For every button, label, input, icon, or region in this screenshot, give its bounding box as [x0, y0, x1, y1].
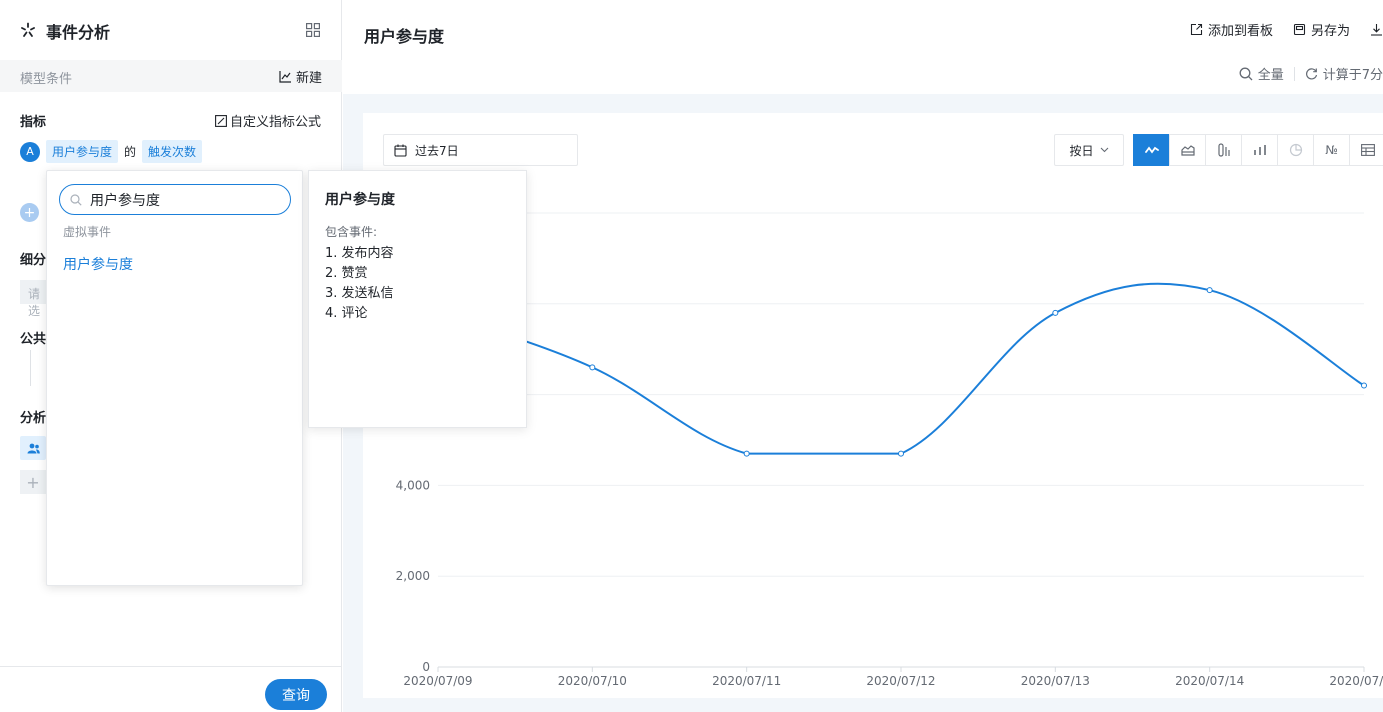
x-tick-label: 2020/07/12: [866, 674, 935, 688]
series-line: [437, 282, 1365, 455]
dropdown-item[interactable]: 用户参与度: [63, 254, 133, 274]
search-icon: [1239, 67, 1253, 80]
app-title: 事件分析: [46, 23, 111, 42]
detail-subtitle: 包含事件:: [325, 225, 378, 239]
header-actions: 添加到看板 另存为: [1190, 20, 1383, 39]
custom-formula-button[interactable]: 自定义指标公式: [215, 111, 321, 130]
add-to-board-button[interactable]: 添加到看板: [1190, 20, 1273, 39]
y-tick-label: 2,000: [396, 569, 430, 583]
metric-measure-tag[interactable]: 触发次数: [142, 140, 203, 163]
add-analysis-button[interactable]: +: [20, 470, 46, 494]
page-title: 用户参与度: [364, 27, 445, 46]
spark-logo-icon: [21, 22, 35, 37]
formula-icon: [215, 114, 227, 127]
data-point: [898, 450, 904, 457]
event-dropdown: 虚拟事件 用户参与度: [46, 170, 303, 586]
header-sub-actions: 全量 计算于7分: [1239, 64, 1383, 83]
refresh-button[interactable]: 计算于7分: [1305, 64, 1383, 83]
sidebar-footer: 查询: [0, 666, 342, 712]
save-as-button[interactable]: 另存为: [1293, 20, 1350, 39]
model-conditions-bar: 模型条件 新建: [0, 60, 342, 92]
segment-label: 细分: [20, 253, 47, 268]
data-point: [1206, 287, 1213, 294]
metric-event-tag[interactable]: 用户参与度: [46, 140, 119, 163]
download-icon: [1371, 24, 1382, 36]
event-search-input[interactable]: [90, 191, 270, 208]
filter-divider: [30, 350, 31, 386]
detail-event-list: 1. 发布内容 2. 赞赏 3. 发送私信 4. 评论: [325, 244, 510, 324]
add-to-board-label: 添加到看板: [1207, 24, 1273, 39]
computed-time-label: 计算于7分: [1322, 68, 1383, 83]
detail-event-item: 1. 发布内容: [325, 246, 394, 261]
detail-event-item: 2. 赞赏: [325, 266, 368, 281]
y-tick-label: 0: [422, 660, 430, 674]
x-tick-label: 2020/07/11: [712, 674, 781, 688]
metric-connector: 的: [124, 145, 137, 159]
new-button-label: 新建: [295, 71, 322, 86]
refresh-icon: [1305, 68, 1317, 80]
virtual-event-group-label: 虚拟事件: [63, 225, 112, 239]
add-metric-button[interactable]: +: [20, 203, 39, 222]
sample-label: 全量: [1257, 68, 1284, 83]
x-tick-label: 2020/07/10: [558, 674, 627, 688]
save-as-label: 另存为: [1310, 24, 1350, 39]
event-detail-card: 用户参与度 包含事件: 1. 发布内容 2. 赞赏 3. 发送私信 4. 评论: [308, 170, 527, 428]
detail-title: 用户参与度: [325, 192, 395, 208]
sidebar-header: 事件分析: [0, 0, 342, 60]
data-point: [589, 364, 596, 371]
query-button[interactable]: 查询: [265, 679, 327, 710]
download-button[interactable]: [1370, 20, 1383, 39]
data-point: [1052, 309, 1059, 316]
x-tick-label: 2020/07/07: [1329, 674, 1383, 688]
copy-icon: [1293, 23, 1306, 36]
x-tick-label: 2020/07/13: [1021, 674, 1090, 688]
grid-icon[interactable]: [306, 23, 320, 37]
x-tick-label: 2020/07/09: [403, 674, 472, 688]
detail-event-item: 3. 发送私信: [325, 286, 394, 301]
main-header: 用户参与度 添加到看板 另存为 全量 计算于7分: [343, 0, 1383, 94]
action-divider: [1293, 66, 1295, 81]
model-conditions-label: 模型条件: [20, 72, 73, 87]
x-tick-label: 2020/07/14: [1175, 674, 1244, 688]
chart-add-icon: [279, 71, 291, 83]
analysis-label: 分析: [20, 411, 47, 426]
new-button[interactable]: 新建: [279, 67, 322, 86]
data-point: [1361, 382, 1367, 389]
user-group-tag[interactable]: [20, 436, 46, 460]
users-icon: [27, 443, 40, 453]
metric-row: A 用户参与度 的 触发次数: [20, 140, 203, 163]
metrics-label: 指标: [20, 115, 47, 130]
detail-event-item: 4. 评论: [325, 306, 368, 321]
sample-toggle[interactable]: 全量: [1239, 64, 1284, 83]
metric-badge: A: [20, 141, 40, 162]
export-icon: [1190, 23, 1203, 36]
y-tick-label: 4,000: [396, 478, 430, 492]
custom-formula-label: 自定义指标公式: [229, 115, 321, 130]
data-point: [743, 450, 750, 457]
search-icon: [70, 193, 82, 206]
common-filter-label: 公共: [20, 332, 47, 347]
event-search-box[interactable]: [59, 184, 291, 215]
